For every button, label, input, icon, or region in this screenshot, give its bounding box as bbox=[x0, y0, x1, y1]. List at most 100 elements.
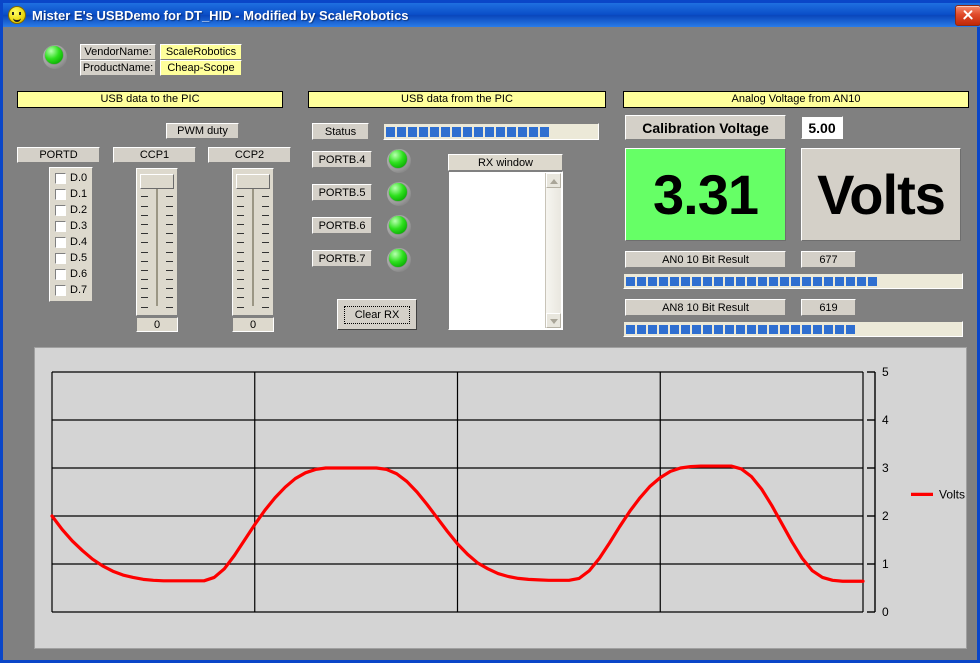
progress-block bbox=[758, 325, 767, 334]
progress-block bbox=[813, 277, 822, 286]
close-icon[interactable] bbox=[955, 5, 980, 26]
progress-block bbox=[452, 127, 461, 137]
progress-block bbox=[824, 277, 833, 286]
portb-led-3 bbox=[385, 246, 411, 272]
progress-block bbox=[725, 277, 734, 286]
progress-block bbox=[813, 325, 822, 334]
portd-label-d-7: D.7 bbox=[70, 284, 87, 296]
progress-block bbox=[496, 127, 505, 137]
scroll-down-icon[interactable] bbox=[546, 313, 561, 328]
usb-from-pic-header: USB data from the PIC bbox=[308, 91, 606, 108]
progress-block bbox=[736, 277, 745, 286]
portb-led-2 bbox=[385, 213, 411, 239]
an8-progress-bar bbox=[623, 321, 963, 337]
portd-checkbox-d-1[interactable] bbox=[55, 189, 66, 200]
an0-progress-bar bbox=[623, 273, 963, 289]
progress-block bbox=[692, 277, 701, 286]
portd-label-d-1: D.1 bbox=[70, 188, 87, 200]
progress-block bbox=[507, 127, 516, 137]
analog-header: Analog Voltage from AN10 bbox=[623, 91, 969, 108]
portd-checkbox-d-0[interactable] bbox=[55, 173, 66, 184]
progress-block bbox=[648, 325, 657, 334]
scroll-up-icon[interactable] bbox=[546, 173, 561, 188]
clear-rx-button-label: Clear RX bbox=[344, 306, 411, 324]
portd-label-d-6: D.6 bbox=[70, 268, 87, 280]
app-window: Mister E's USBDemo for DT_HID - Modified… bbox=[0, 0, 980, 663]
status-label: Status bbox=[312, 123, 369, 140]
led-bulb bbox=[389, 216, 407, 234]
led-bulb bbox=[389, 249, 407, 267]
chart-y-tick-label: 1 bbox=[882, 557, 889, 571]
status-progress-fill bbox=[384, 124, 598, 139]
portd-label-d-5: D.5 bbox=[70, 252, 87, 264]
portd-checkbox-d-2[interactable] bbox=[55, 205, 66, 216]
progress-block bbox=[637, 325, 646, 334]
progress-block bbox=[857, 277, 866, 286]
progress-block bbox=[780, 325, 789, 334]
ccp1-ticks-left bbox=[141, 178, 148, 308]
progress-block bbox=[736, 325, 745, 334]
progress-block bbox=[485, 127, 494, 137]
ccp1-value: 0 bbox=[136, 317, 178, 332]
ccp2-ticks-left bbox=[237, 178, 244, 308]
portd-label: PORTD bbox=[17, 147, 100, 163]
chart-y-tick-label: 4 bbox=[882, 413, 889, 427]
progress-block bbox=[408, 127, 417, 137]
progress-block bbox=[791, 277, 800, 286]
progress-block bbox=[681, 325, 690, 334]
chart-legend-label: Volts bbox=[939, 487, 965, 501]
title-bar: Mister E's USBDemo for DT_HID - Modified… bbox=[3, 3, 980, 27]
progress-block bbox=[802, 325, 811, 334]
vendor-name-label: VendorName: bbox=[80, 44, 156, 60]
portd-checkbox-d-5[interactable] bbox=[55, 253, 66, 264]
progress-block bbox=[846, 325, 855, 334]
progress-block bbox=[626, 325, 635, 334]
progress-block bbox=[791, 325, 800, 334]
progress-block bbox=[835, 277, 844, 286]
progress-block bbox=[419, 127, 428, 137]
portd-label-d-3: D.3 bbox=[70, 220, 87, 232]
progress-block bbox=[681, 277, 690, 286]
progress-block bbox=[397, 127, 406, 137]
portd-checkbox-d-3[interactable] bbox=[55, 221, 66, 232]
rx-scrollbar[interactable] bbox=[545, 173, 561, 328]
progress-block bbox=[758, 277, 767, 286]
progress-block bbox=[659, 325, 668, 334]
portd-label-d-4: D.4 bbox=[70, 236, 87, 248]
led-bulb bbox=[389, 183, 407, 201]
progress-block bbox=[769, 325, 778, 334]
progress-block bbox=[846, 277, 855, 286]
ccp1-slider-thumb[interactable] bbox=[140, 174, 174, 189]
progress-block bbox=[441, 127, 450, 137]
chart-y-tick-label: 3 bbox=[882, 461, 889, 475]
progress-block bbox=[802, 277, 811, 286]
progress-block bbox=[648, 277, 657, 286]
portd-checkbox-d-7[interactable] bbox=[55, 285, 66, 296]
portd-checkbox-d-4[interactable] bbox=[55, 237, 66, 248]
an8-progress-fill bbox=[624, 322, 962, 336]
ccp2-slider-thumb[interactable] bbox=[236, 174, 270, 189]
clear-rx-button[interactable]: Clear RX bbox=[337, 299, 417, 330]
calibration-voltage-input[interactable]: 5.00 bbox=[801, 116, 843, 139]
portd-label-d-2: D.2 bbox=[70, 204, 87, 216]
usb-to-pic-header: USB data to the PIC bbox=[17, 91, 283, 108]
smiley-face-icon bbox=[8, 6, 26, 24]
portd-checkbox-d-6[interactable] bbox=[55, 269, 66, 280]
progress-block bbox=[670, 277, 679, 286]
status-progress-bar bbox=[383, 123, 599, 140]
scope-chart: 012345Volts bbox=[35, 348, 968, 650]
progress-block bbox=[386, 127, 395, 137]
chart-y-tick-label: 2 bbox=[882, 509, 889, 523]
vendor-name-value: ScaleRobotics bbox=[160, 44, 242, 60]
portb-led-1 bbox=[385, 180, 411, 206]
ccp1-slider[interactable] bbox=[136, 168, 178, 316]
progress-block bbox=[529, 127, 538, 137]
rx-window[interactable] bbox=[448, 171, 563, 330]
progress-block bbox=[714, 277, 723, 286]
progress-block bbox=[747, 277, 756, 286]
progress-block bbox=[824, 325, 833, 334]
an8-result-value: 619 bbox=[801, 299, 856, 316]
chart-y-tick-label: 5 bbox=[882, 365, 889, 379]
pwm-duty-label: PWM duty bbox=[166, 123, 239, 139]
ccp2-slider[interactable] bbox=[232, 168, 274, 316]
